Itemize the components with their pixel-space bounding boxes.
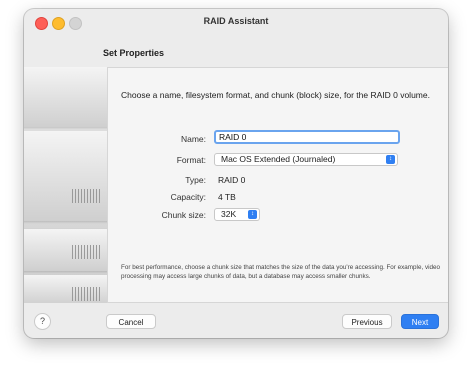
name-label: Name: xyxy=(180,134,206,144)
format-popup-value: Mac OS Extended (Journaled) xyxy=(221,154,336,164)
chunk-size-label: Chunk size: xyxy=(161,210,206,220)
volume-name-input[interactable]: RAID 0 xyxy=(214,130,400,144)
cancel-button[interactable]: Cancel xyxy=(106,314,156,329)
panel-description: Choose a name, filesystem format, and ch… xyxy=(121,90,430,100)
window-title: RAID Assistant xyxy=(203,16,269,26)
type-label: Type: xyxy=(185,175,206,185)
chunk-size-help-text: For best performance, choose a chunk siz… xyxy=(121,264,441,280)
chevron-updown-icon: ↕ xyxy=(248,210,257,219)
capacity-label: Capacity: xyxy=(170,192,206,202)
chunk-size-popup-value: 32K xyxy=(221,209,237,219)
previous-button[interactable]: Previous xyxy=(342,314,392,329)
properties-panel: Choose a name, filesystem format, and ch… xyxy=(107,67,448,303)
chevron-updown-icon: ↕ xyxy=(386,155,395,164)
capacity-value: 4 TB xyxy=(218,192,236,202)
chunk-size-popup[interactable]: 32K ↕ xyxy=(214,208,260,221)
format-label: Format: xyxy=(176,155,206,165)
section-title: Set Properties xyxy=(103,48,165,58)
help-button[interactable]: ? xyxy=(34,313,51,330)
type-value: RAID 0 xyxy=(218,175,246,185)
raid-assistant-window: RAID Assistant Set Properties Choose a n… xyxy=(24,9,448,338)
format-popup[interactable]: Mac OS Extended (Journaled) ↕ xyxy=(214,153,398,166)
title-bar: RAID Assistant xyxy=(24,9,448,35)
mac-pro-illustration xyxy=(24,67,120,303)
next-button[interactable]: Next xyxy=(401,314,439,329)
